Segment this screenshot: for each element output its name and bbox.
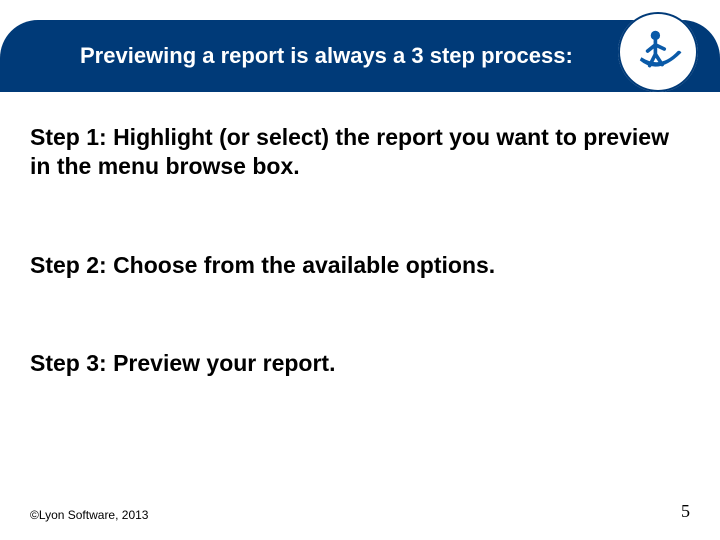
step-3-text: Step 3: Preview your report. [30,349,670,378]
brand-logo [618,12,698,92]
title-band: Previewing a report is always a 3 step p… [0,20,720,92]
page-number: 5 [681,501,690,522]
slide-body: Step 1: Highlight (or select) the report… [0,105,720,540]
slide-footer: ©Lyon Software, 2013 5 [30,501,690,522]
page-title: Previewing a report is always a 3 step p… [80,43,573,69]
copyright-text: ©Lyon Software, 2013 [30,508,148,522]
step-2-text: Step 2: Choose from the available option… [30,251,670,280]
step-1-text: Step 1: Highlight (or select) the report… [30,123,670,181]
person-swoosh-icon [632,24,684,81]
